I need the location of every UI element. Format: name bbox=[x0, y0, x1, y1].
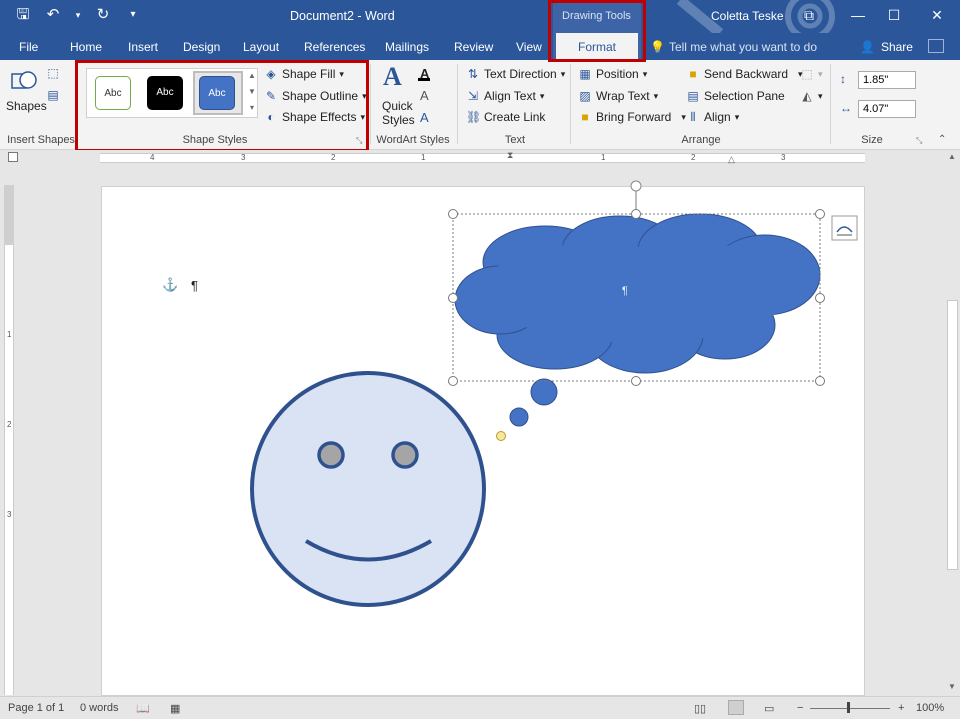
zoom-in-icon[interactable]: + bbox=[898, 702, 904, 714]
scroll-up-icon[interactable]: ▲ bbox=[948, 152, 956, 161]
print-layout-icon[interactable] bbox=[728, 700, 744, 715]
paragraph-mark: ¶ bbox=[191, 278, 198, 293]
anchor-icon: ⚓ bbox=[162, 277, 178, 292]
rotation-handle[interactable] bbox=[630, 180, 642, 192]
scroll-down-icon[interactable]: ▼ bbox=[948, 682, 956, 691]
thought-bubble-shape[interactable]: ¶ bbox=[454, 213, 821, 427]
bubble-paragraph-mark: ¶ bbox=[622, 285, 628, 297]
proofing-icon[interactable]: 📖 bbox=[136, 702, 150, 715]
word-count[interactable]: 0 words bbox=[80, 702, 119, 714]
vertical-scrollbar[interactable]: ▲ ▼ bbox=[945, 150, 960, 695]
zoom-level[interactable]: 100% bbox=[916, 702, 944, 714]
zoom-slider-thumb[interactable] bbox=[847, 702, 850, 713]
smiley-face-shape[interactable] bbox=[250, 371, 486, 607]
scroll-thumb[interactable] bbox=[947, 300, 958, 570]
layout-options-icon[interactable] bbox=[831, 215, 858, 241]
zoom-out-icon[interactable]: − bbox=[797, 702, 803, 714]
web-layout-icon[interactable]: ▭ bbox=[764, 702, 774, 715]
document-canvas: ⚓ ¶ ¶ bbox=[162, 180, 858, 607]
zoom-slider[interactable] bbox=[810, 708, 890, 709]
status-bar: Page 1 of 1 0 words 📖 ▦ ▯▯ ▭ − + 100% bbox=[0, 696, 960, 719]
adjustment-handle[interactable] bbox=[496, 431, 506, 441]
page-count[interactable]: Page 1 of 1 bbox=[8, 702, 64, 714]
macro-record-icon[interactable]: ▦ bbox=[170, 702, 180, 715]
read-mode-icon[interactable]: ▯▯ bbox=[694, 702, 706, 715]
